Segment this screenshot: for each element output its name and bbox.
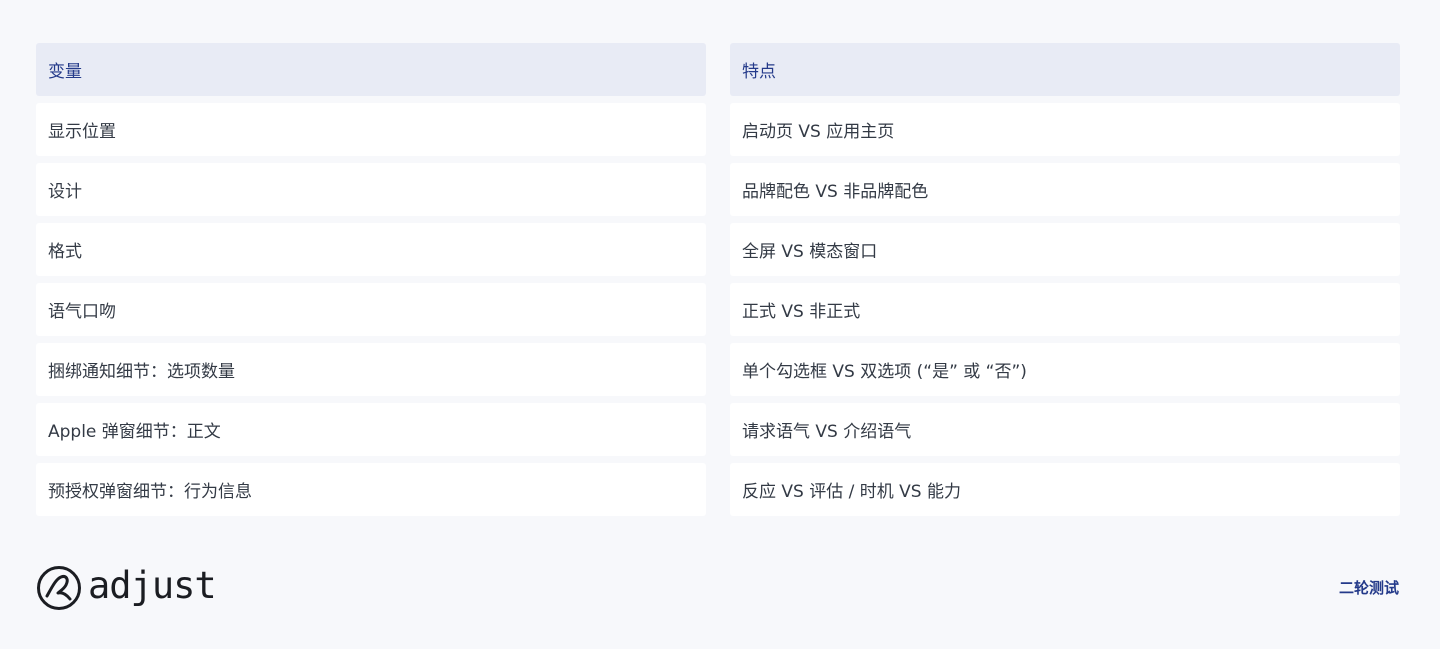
table-cell-feature: 品牌配色 VS 非品牌配色 bbox=[730, 163, 1400, 216]
table-cell-feature: 单个勾选框 VS 双选项 (“是” 或 “否”) bbox=[730, 343, 1400, 396]
round-two-test-label: 二轮测试 bbox=[1338, 579, 1399, 597]
comparison-table: 变量 特点 显示位置 启动页 VS 应用主页 设计 品牌配色 VS 非品牌配色 … bbox=[36, 43, 1400, 516]
table-header-feature: 特点 bbox=[730, 43, 1400, 96]
table-cell-variable: 显示位置 bbox=[36, 103, 706, 156]
table-cell-feature: 请求语气 VS 介绍语气 bbox=[730, 403, 1400, 456]
table-cell-variable: 格式 bbox=[36, 223, 706, 276]
table-cell-feature: 反应 VS 评估 / 时机 VS 能力 bbox=[730, 463, 1400, 516]
table-header-variable: 变量 bbox=[36, 43, 706, 96]
table-cell-variable: Apple 弹窗细节：正文 bbox=[36, 403, 706, 456]
adjust-logo-icon bbox=[37, 566, 81, 610]
table-cell-feature: 启动页 VS 应用主页 bbox=[730, 103, 1400, 156]
adjust-logo: adjust bbox=[36, 563, 217, 612]
table-cell-feature: 正式 VS 非正式 bbox=[730, 283, 1400, 336]
table-cell-variable: 预授权弹窗细节：行为信息 bbox=[36, 463, 706, 516]
table-cell-feature: 全屏 VS 模态窗口 bbox=[730, 223, 1400, 276]
table-cell-variable: 设计 bbox=[36, 163, 706, 216]
logo-wordmark: adjust bbox=[88, 563, 217, 607]
table-cell-variable: 捆绑通知细节：选项数量 bbox=[36, 343, 706, 396]
table-cell-variable: 语气口吻 bbox=[36, 283, 706, 336]
